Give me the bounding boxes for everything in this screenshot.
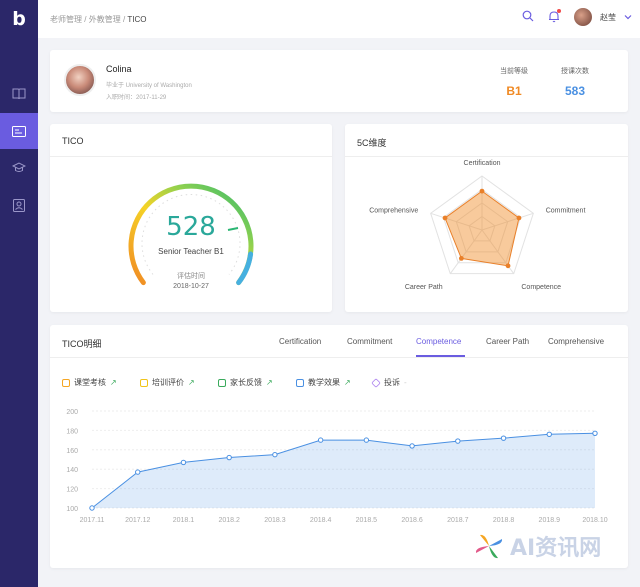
count-value: 583 xyxy=(564,84,586,98)
x-tick-label: 2018.8 xyxy=(493,517,515,524)
breadcrumb-separator: / xyxy=(122,15,126,24)
radar-point xyxy=(479,188,485,194)
pinwheel-logo-icon xyxy=(475,534,503,559)
data-point xyxy=(89,505,95,511)
nav-contact-icon[interactable] xyxy=(0,187,38,223)
eval-date: 2018-10-27 xyxy=(173,283,209,290)
data-point xyxy=(546,431,552,437)
data-point xyxy=(592,430,598,437)
chevron-down-icon[interactable] xyxy=(624,12,632,22)
teacher-avatar xyxy=(64,64,96,96)
radar-axis-label: Certification xyxy=(464,160,501,167)
y-tick-label: 140 xyxy=(66,467,78,474)
radar-chart: Certification Commitment Competence Career … xyxy=(369,160,586,291)
radar-point xyxy=(505,263,511,269)
x-tick-label: 2018.7 xyxy=(447,517,469,524)
data-point xyxy=(363,437,370,443)
nav-id-card-icon[interactable] xyxy=(0,113,38,149)
radar-point xyxy=(458,255,464,261)
user-name[interactable]: 赵莹 xyxy=(600,12,616,23)
x-tick-label: 2018.4 xyxy=(310,517,332,524)
tico-card: TICO 528 Senior Teacher B1 评估时间 2018-10-… xyxy=(50,124,332,312)
data-point xyxy=(180,459,187,466)
data-point xyxy=(226,454,232,461)
notification-dot xyxy=(557,8,561,13)
radar-axis-label: Competence xyxy=(521,284,561,291)
profile-card: Colina 毕业于 University of Washington 入职时间… xyxy=(50,50,628,112)
breadcrumb-item[interactable]: 老师管理 xyxy=(50,15,82,24)
count-stat: 授课次数 583 xyxy=(545,66,605,98)
breadcrumb-separator: / xyxy=(84,15,87,24)
data-point xyxy=(317,437,324,443)
radar-point xyxy=(442,215,448,221)
x-tick-label: 2017.11 xyxy=(80,517,105,524)
x-tick-label: 2018.2 xyxy=(218,517,240,524)
y-tick-label: 100 xyxy=(66,506,78,513)
x-tick-label: 2018.10 xyxy=(582,517,607,524)
app-logo[interactable]: b xyxy=(8,8,30,30)
bell-icon[interactable] xyxy=(548,8,561,25)
teacher-name: Colina xyxy=(106,64,132,74)
watermark-text: AI资讯网 xyxy=(510,536,602,561)
count-label: 授课次数 xyxy=(561,68,589,75)
level-stat: 当前等级 B1 xyxy=(484,66,544,98)
x-tick-label: 2018.9 xyxy=(539,517,561,524)
data-point xyxy=(409,443,415,449)
tico-level-text: Senior Teacher B1 xyxy=(158,247,224,256)
radar-card: 5C维度 Certification Commitment Competence Ca… xyxy=(345,124,628,312)
data-point xyxy=(500,435,507,441)
y-tick-label: 120 xyxy=(66,487,78,494)
area-fill xyxy=(92,433,595,508)
nav-graduation-cap-icon[interactable] xyxy=(0,150,38,186)
radar-axis-label: Commitment xyxy=(546,207,586,214)
x-tick-label: 2018.6 xyxy=(401,517,423,524)
teacher-joined: 入职时间：2017-11-29 xyxy=(106,95,167,101)
x-tick-label: 2017.12 xyxy=(125,517,150,524)
search-icon[interactable] xyxy=(522,10,534,24)
eval-label: 评估时间 xyxy=(177,273,205,280)
y-tick-label: 200 xyxy=(66,409,78,416)
data-point xyxy=(135,469,141,475)
data-point xyxy=(272,451,278,458)
sidebar: b xyxy=(0,0,38,587)
x-tick-label: 2018.5 xyxy=(356,517,378,524)
data-point xyxy=(455,438,461,444)
x-tick-label: 2018.1 xyxy=(173,517,195,524)
user-avatar[interactable] xyxy=(574,8,592,26)
radar-axis-label: Comprehensive xyxy=(369,207,418,214)
level-value: B1 xyxy=(506,84,522,98)
nav-book-icon[interactable] xyxy=(0,76,38,112)
y-tick-label: 180 xyxy=(66,428,78,435)
breadcrumb: 老师管理 / 外教管理 / TICO xyxy=(50,14,147,25)
tico-score: 528 xyxy=(166,212,216,242)
y-tick-label: 160 xyxy=(66,448,78,455)
radar-axis-label: Career Path xyxy=(405,284,443,291)
radar-point xyxy=(516,215,522,221)
radar-area xyxy=(444,190,520,267)
breadcrumb-item[interactable]: 外教管理 xyxy=(89,15,121,24)
watermark: AI资讯网 xyxy=(472,530,601,562)
level-label: 当前等级 xyxy=(500,68,528,75)
teacher-graduated: 毕业于 University of Washington xyxy=(106,83,192,89)
topbar: 老师管理 / 外教管理 / TICO 赵莹 xyxy=(38,0,640,38)
x-tick-label: 2018.3 xyxy=(264,517,286,524)
breadcrumb-current: TICO xyxy=(127,15,147,24)
